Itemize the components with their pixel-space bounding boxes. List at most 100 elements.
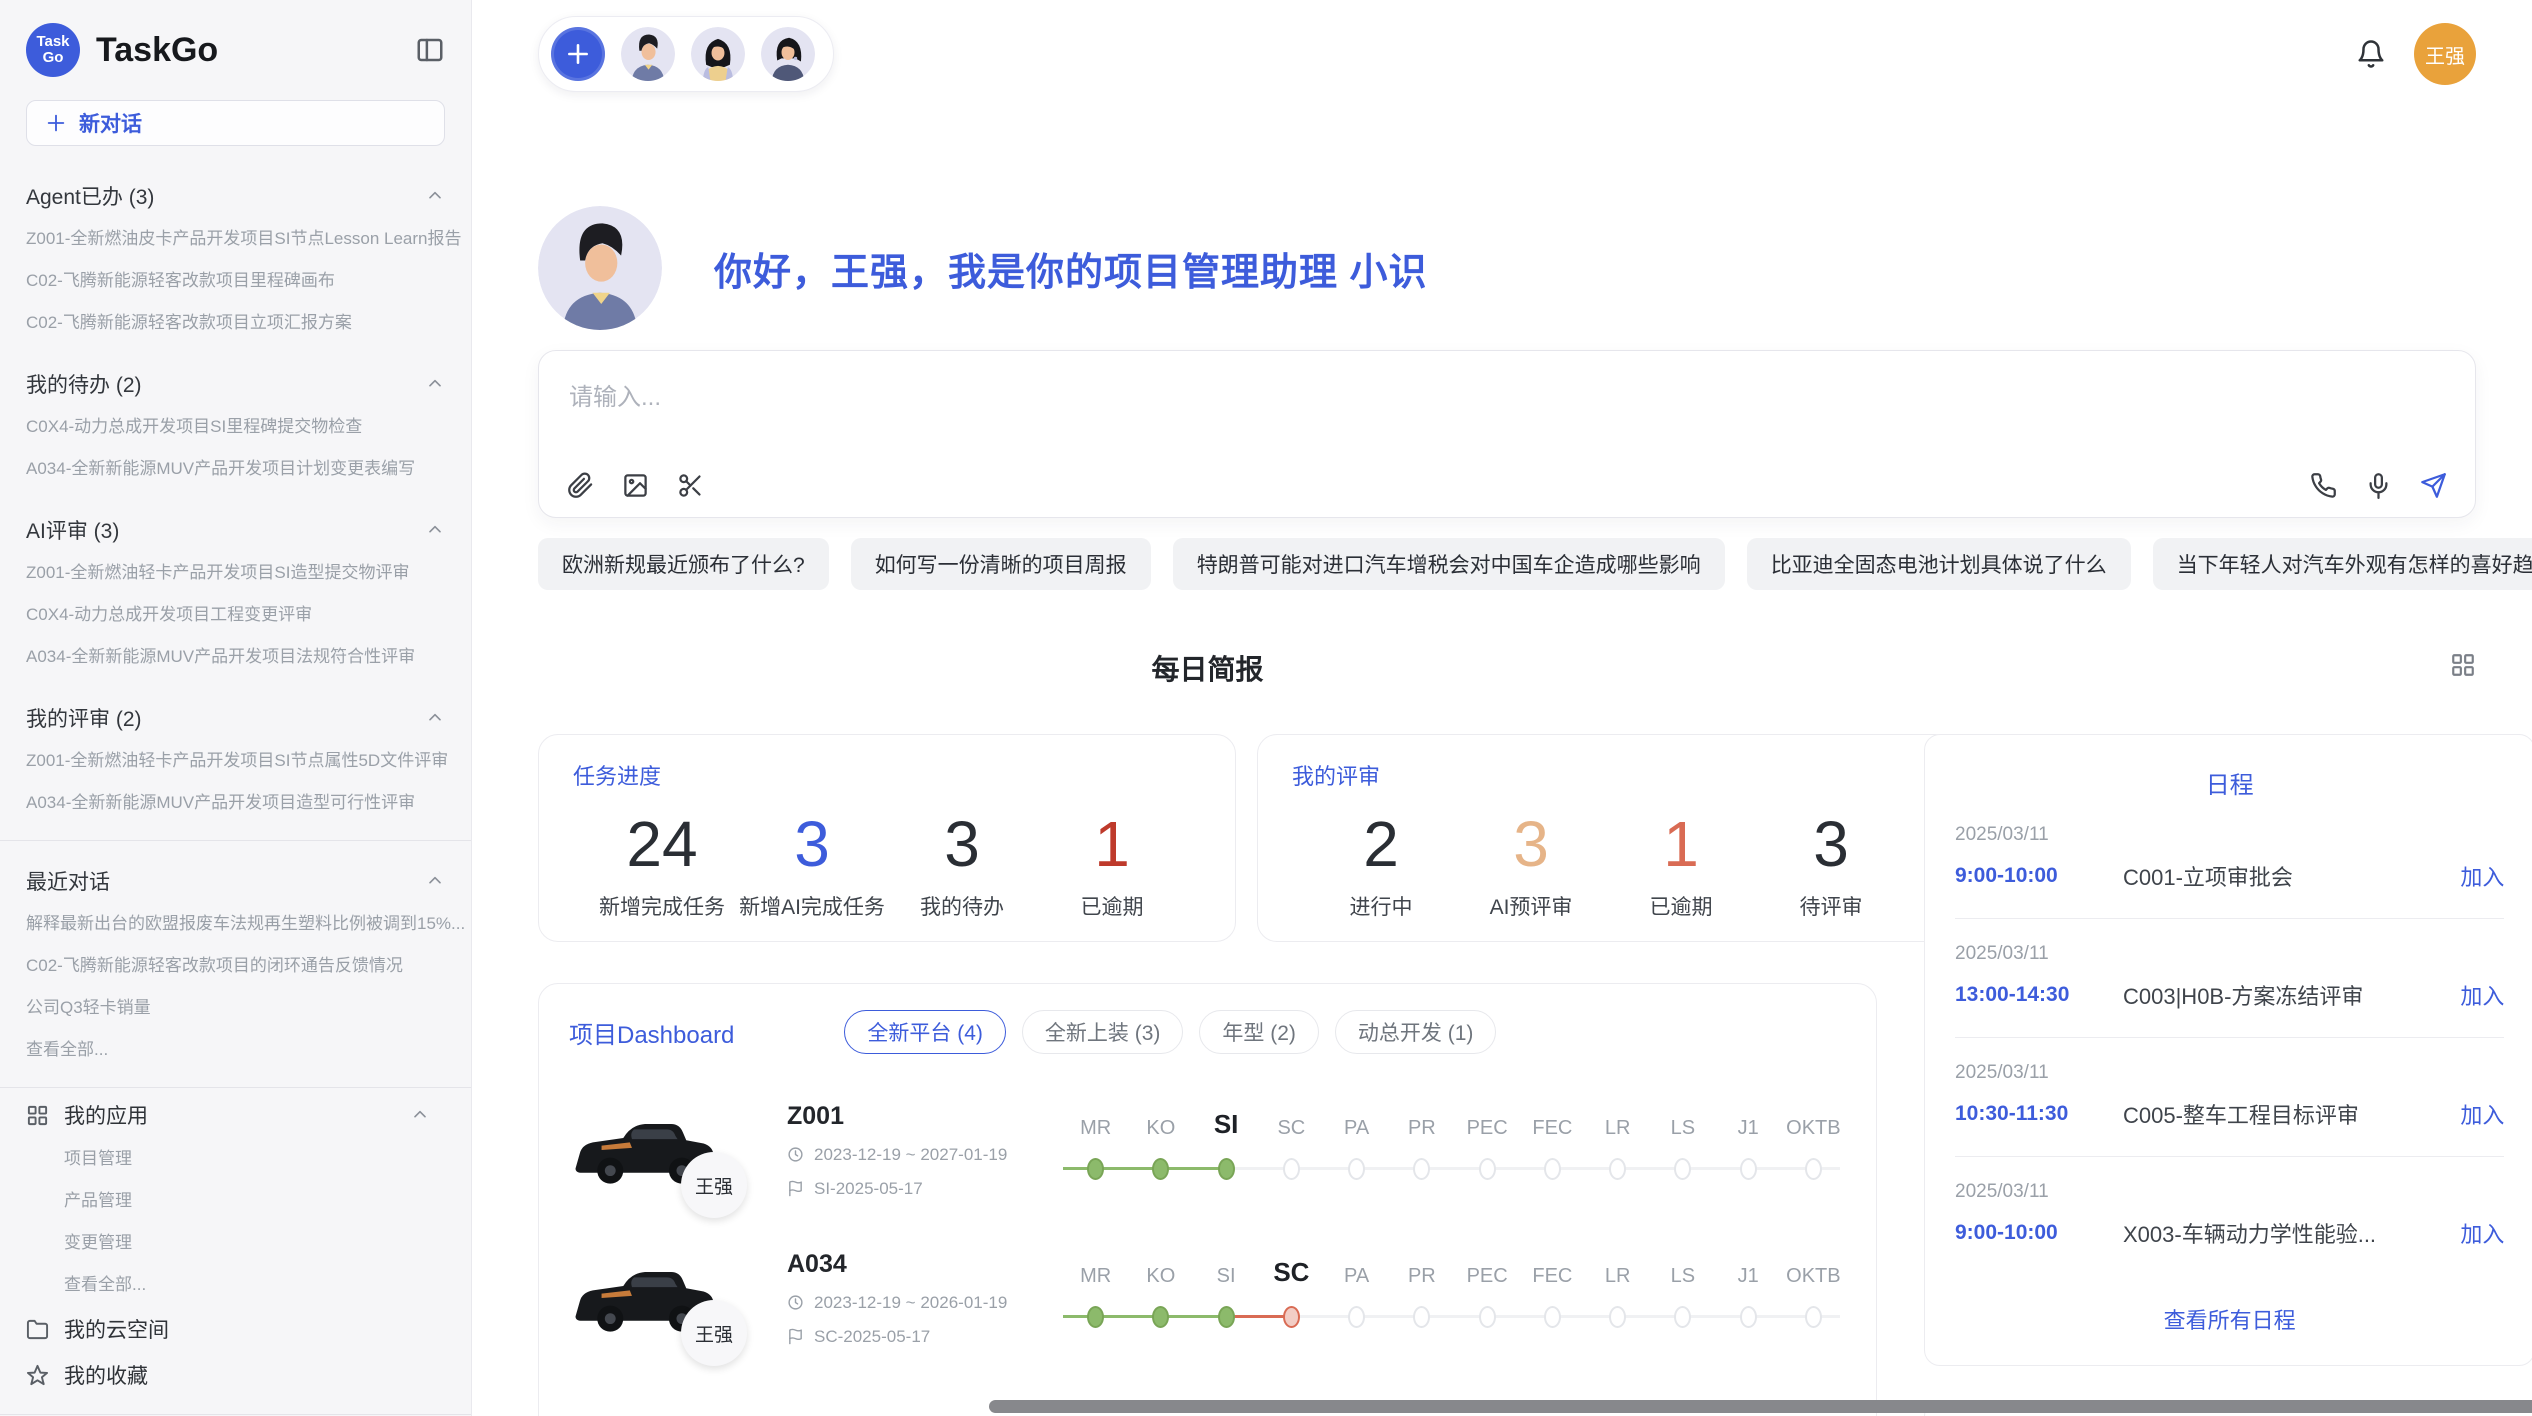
new-chat-button[interactable]: 新对话 <box>26 100 445 146</box>
list-item[interactable]: A034-全新新能源MUV产品开发项目法规符合性评审 <box>0 636 471 678</box>
sidebar-item-favorites[interactable]: 我的收藏 <box>0 1352 471 1398</box>
join-link[interactable]: 加入 <box>2460 1098 2504 1130</box>
list-item[interactable]: C0X4-动力总成开发项目SI里程碑提交物检查 <box>0 406 471 448</box>
bell-icon[interactable] <box>2356 39 2386 69</box>
list-item[interactable]: 解释最新出台的欧盟报废车法规再生塑料比例被调到15%... <box>0 903 471 945</box>
milestone-node[interactable] <box>1740 1306 1757 1328</box>
chevron-up-icon[interactable] <box>425 186 445 206</box>
mic-icon[interactable] <box>2365 472 2392 499</box>
project-row[interactable]: 王强 A034 2023-12-19 ~ 2026-01-19 SC-2025-… <box>569 1246 1846 1350</box>
list-item[interactable]: C0X4-动力总成开发项目工程变更评审 <box>0 594 471 636</box>
avatar[interactable] <box>761 27 815 81</box>
tab-year-model[interactable]: 年型 (2) <box>1199 1010 1319 1054</box>
chevron-up-icon[interactable] <box>425 374 445 394</box>
chevron-up-icon[interactable] <box>425 520 445 540</box>
chat-input-card[interactable]: 请输入... <box>538 350 2476 518</box>
list-item[interactable]: Z001-全新燃油轻卡产品开发项目SI造型提交物评审 <box>0 552 471 594</box>
milestone-node[interactable] <box>1544 1158 1561 1180</box>
avatar[interactable] <box>691 27 745 81</box>
metric-label: 新增AI完成任务 <box>737 891 887 921</box>
suggestion-chip[interactable]: 欧洲新规最近颁布了什么? <box>538 538 829 590</box>
chevron-up-icon[interactable] <box>410 1105 430 1125</box>
milestone-node-done[interactable] <box>1218 1306 1235 1328</box>
section-my-todo[interactable]: 我的待办 (2) <box>0 362 471 406</box>
add-member-button[interactable] <box>551 27 605 81</box>
milestone-node-overdue[interactable] <box>1283 1306 1300 1328</box>
join-link[interactable]: 加入 <box>2460 1217 2504 1249</box>
milestone-node[interactable] <box>1544 1306 1561 1328</box>
milestone-node[interactable] <box>1674 1158 1691 1180</box>
section-my-review[interactable]: 我的评审 (2) <box>0 696 471 740</box>
milestone-node[interactable] <box>1348 1158 1365 1180</box>
sidebar-item-my-apps[interactable]: 我的应用 <box>0 1092 471 1138</box>
tab-powertrain[interactable]: 动总开发 (1) <box>1335 1010 1497 1054</box>
sidebar-item-project-mgmt[interactable]: 项目管理 <box>0 1138 471 1180</box>
send-icon[interactable] <box>2420 472 2447 499</box>
milestone-node[interactable] <box>1740 1158 1757 1180</box>
chevron-up-icon[interactable] <box>425 708 445 728</box>
suggestion-chip[interactable]: 当下年轻人对汽车外观有怎样的喜好趋势 <box>2153 538 2532 590</box>
view-all-link[interactable]: 查看全部... <box>0 1264 471 1306</box>
milestone-node[interactable] <box>1413 1158 1430 1180</box>
avatar[interactable] <box>621 27 675 81</box>
schedule-time: 13:00-14:30 <box>1955 983 2123 1007</box>
greeting: 你好，王强，我是你的项目管理助理 小识 <box>538 206 2476 330</box>
list-item[interactable]: C02-飞腾新能源轻客改款项目立项汇报方案 <box>0 302 471 344</box>
list-item[interactable]: 公司Q3轻卡销量 <box>0 987 471 1029</box>
sidebar-collapse-icon[interactable] <box>415 35 445 65</box>
user-avatar[interactable]: 王强 <box>2414 23 2476 85</box>
milestone-node[interactable] <box>1348 1306 1365 1328</box>
horizontal-scrollbar[interactable] <box>989 1400 2532 1413</box>
milestone-node[interactable] <box>1805 1158 1822 1180</box>
milestone-label: KO <box>1128 1265 1193 1288</box>
view-all-schedules-link[interactable]: 查看所有日程 <box>1955 1303 2504 1335</box>
chevron-up-icon[interactable] <box>425 871 445 891</box>
milestone-node-done[interactable] <box>1087 1306 1104 1328</box>
sidebar-item-cloud-space[interactable]: 我的云空间 <box>0 1306 471 1352</box>
suggestion-chip[interactable]: 比亚迪全固态电池计划具体说了什么 <box>1747 538 2131 590</box>
project-row[interactable]: 王强 Z001 2023-12-19 ~ 2027-01-19 SI-2025-… <box>569 1098 1846 1202</box>
list-item[interactable]: C02-飞腾新能源轻客改款项目里程碑画布 <box>0 260 471 302</box>
milestone-node[interactable] <box>1805 1306 1822 1328</box>
metric-value: 3 <box>1456 807 1606 881</box>
phone-icon[interactable] <box>2310 472 2337 499</box>
sidebar-item-change-mgmt[interactable]: 变更管理 <box>0 1222 471 1264</box>
milestone-node[interactable] <box>1283 1158 1300 1180</box>
section-title: AI评审 (3) <box>26 515 425 545</box>
milestone-node[interactable] <box>1479 1306 1496 1328</box>
milestone-node[interactable] <box>1479 1158 1496 1180</box>
milestone-node-done[interactable] <box>1152 1306 1169 1328</box>
sidebar-item-product-mgmt[interactable]: 产品管理 <box>0 1180 471 1222</box>
milestone-node-done[interactable] <box>1218 1158 1235 1180</box>
list-item[interactable]: A034-全新新能源MUV产品开发项目计划变更表编写 <box>0 448 471 490</box>
milestone-node-done[interactable] <box>1087 1158 1104 1180</box>
project-dashboard-card: 项目Dashboard 全新平台 (4) 全新上装 (3) 年型 (2) 动总开… <box>538 983 1877 1416</box>
card-title: 我的评审 <box>1292 759 1920 791</box>
milestone-node[interactable] <box>1674 1306 1691 1328</box>
section-recent-chats[interactable]: 最近对话 <box>0 859 471 903</box>
scissors-icon[interactable] <box>677 472 704 499</box>
suggestion-chip[interactable]: 如何写一份清晰的项目周报 <box>851 538 1151 590</box>
milestone-node-done[interactable] <box>1152 1158 1169 1180</box>
milestone-node[interactable] <box>1609 1158 1626 1180</box>
list-item[interactable]: Z001-全新燃油轻卡产品开发项目SI节点属性5D文件评审 <box>0 740 471 782</box>
attachment-icon[interactable] <box>567 472 594 499</box>
layout-grid-icon[interactable] <box>2450 652 2476 678</box>
section-agent-done[interactable]: Agent已办 (3) <box>0 174 471 218</box>
join-link[interactable]: 加入 <box>2460 979 2504 1011</box>
suggestion-chip[interactable]: 特朗普可能对进口汽车增税会对中国车企造成哪些影响 <box>1173 538 1725 590</box>
image-icon[interactable] <box>622 472 649 499</box>
join-link[interactable]: 加入 <box>2460 860 2504 892</box>
view-all-link[interactable]: 查看全部... <box>0 1029 471 1071</box>
tab-new-platform[interactable]: 全新平台 (4) <box>844 1010 1006 1054</box>
section-ai-review[interactable]: AI评审 (3) <box>0 508 471 552</box>
milestone-node[interactable] <box>1413 1306 1430 1328</box>
list-item[interactable]: Z001-全新燃油皮卡产品开发项目SI节点Lesson Learn报告 <box>0 218 471 260</box>
list-item[interactable]: C02-飞腾新能源轻客改款项目的闭环通告反馈情况 <box>0 945 471 987</box>
tab-new-body[interactable]: 全新上装 (3) <box>1022 1010 1184 1054</box>
milestone-label: J1 <box>1716 1117 1781 1140</box>
list-item[interactable]: A034-全新新能源MUV产品开发项目造型可行性评审 <box>0 782 471 824</box>
milestone-label: PA <box>1324 1265 1389 1288</box>
milestone-node[interactable] <box>1609 1306 1626 1328</box>
project-dates: 2023-12-19 ~ 2027-01-19 <box>814 1145 1007 1165</box>
